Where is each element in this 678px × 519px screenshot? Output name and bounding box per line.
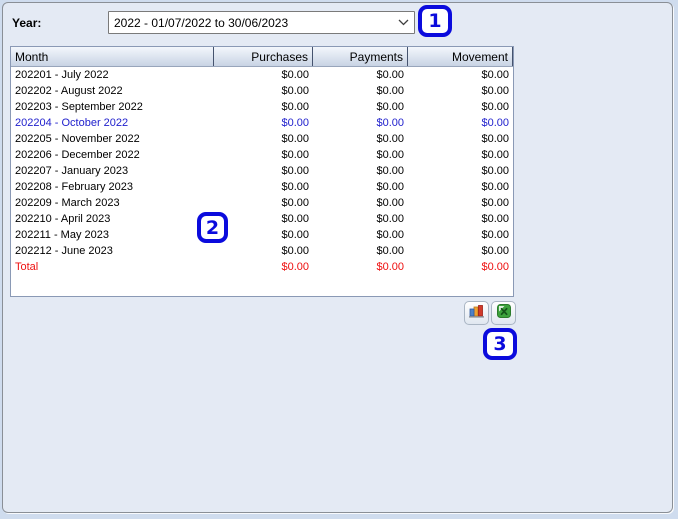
column-header-purchases: Purchases xyxy=(214,47,313,66)
table-row[interactable]: 202212 - June 2023 $0.00 $0.00 $0.00 xyxy=(11,243,513,259)
monthly-summary-table: Month Purchases Payments Movement 202201… xyxy=(10,46,514,297)
table-row-highlighted[interactable]: 202204 - October 2022 $0.00 $0.00 $0.00 xyxy=(11,115,513,131)
table-row[interactable]: 202205 - November 2022 $0.00 $0.00 $0.00 xyxy=(11,131,513,147)
year-dropdown-value: 2022 - 01/07/2022 to 30/06/2023 xyxy=(114,15,289,30)
annotation-badge-2: 2 xyxy=(197,212,228,243)
column-header-movement: Movement xyxy=(408,47,513,66)
table-total-row: Total $0.00 $0.00 $0.00 xyxy=(11,259,513,275)
chevron-down-icon xyxy=(392,19,414,26)
table-header: Month Purchases Payments Movement xyxy=(11,47,513,67)
statement-summary-screen: Year: 2022 - 01/07/2022 to 30/06/2023 Mo… xyxy=(0,0,678,519)
table-row[interactable]: 202209 - March 2023 $0.00 $0.00 $0.00 xyxy=(11,195,513,211)
table-row[interactable]: 202210 - April 2023 $0.00 $0.00 $0.00 xyxy=(11,211,513,227)
table-row[interactable]: 202208 - February 2023 $0.00 $0.00 $0.00 xyxy=(11,179,513,195)
table-row[interactable]: 202211 - May 2023 $0.00 $0.00 $0.00 xyxy=(11,227,513,243)
column-header-payments: Payments xyxy=(313,47,408,66)
bar-chart-icon xyxy=(469,304,484,323)
excel-export-icon xyxy=(496,303,511,323)
excel-export-button[interactable] xyxy=(491,301,516,325)
year-dropdown[interactable]: 2022 - 01/07/2022 to 30/06/2023 xyxy=(108,11,415,34)
column-header-month: Month xyxy=(11,47,214,66)
table-row[interactable]: 202207 - January 2023 $0.00 $0.00 $0.00 xyxy=(11,163,513,179)
table-row[interactable]: 202202 - August 2022 $0.00 $0.00 $0.00 xyxy=(11,83,513,99)
total-label: Total xyxy=(15,261,39,273)
annotation-badge-3: 3 xyxy=(483,328,517,360)
table-row[interactable]: 202203 - September 2022 $0.00 $0.00 $0.0… xyxy=(11,99,513,115)
annotation-badge-1: 1 xyxy=(418,5,452,37)
table-row[interactable]: 202206 - December 2022 $0.00 $0.00 $0.00 xyxy=(11,147,513,163)
table-row[interactable]: 202201 - July 2022 $0.00 $0.00 $0.00 xyxy=(11,67,513,83)
chart-button[interactable] xyxy=(464,301,489,325)
year-label: Year: xyxy=(12,16,42,30)
